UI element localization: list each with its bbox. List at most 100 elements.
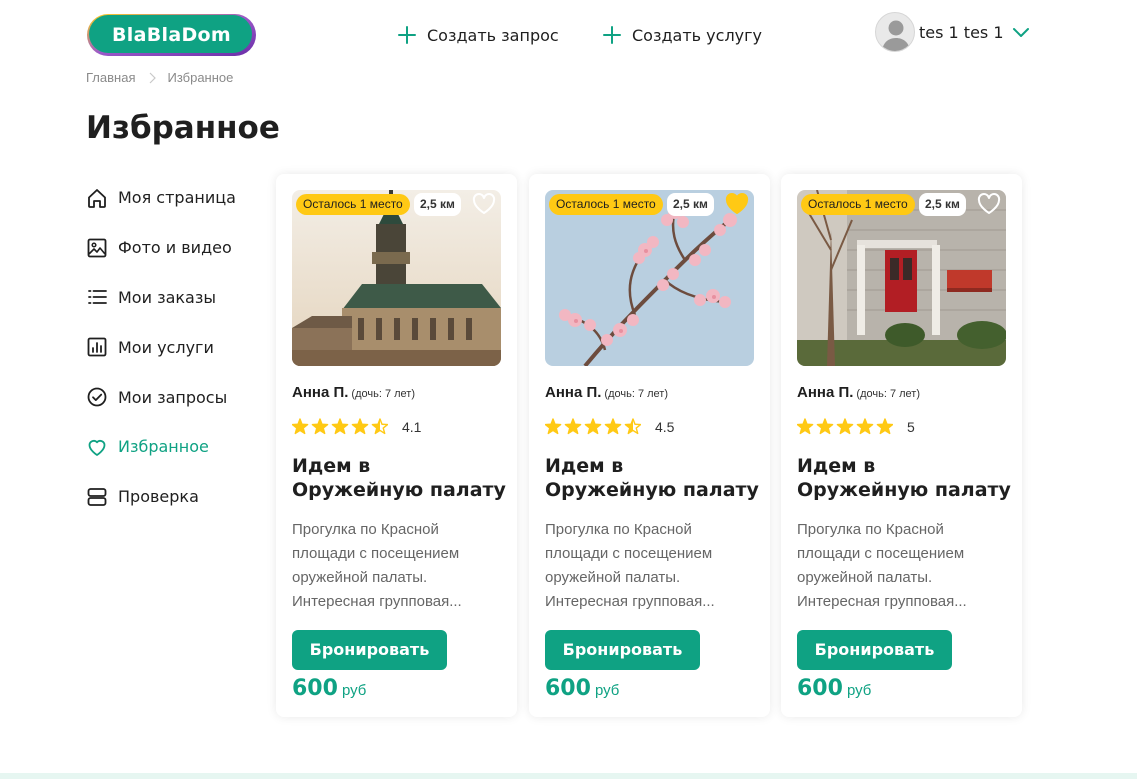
sidebar-item-photo-video[interactable]: Фото и видео [86, 223, 256, 273]
description-line: Интересная групповая... [545, 593, 715, 610]
seats-left-badge: Осталось 1 место [296, 194, 410, 215]
author-name-text: Анна П. [292, 384, 349, 401]
star-icon [836, 418, 854, 435]
service-card[interactable]: Осталось 1 место 2,5 км Анна П. (дочь: 7 … [781, 174, 1022, 717]
heart-filled-icon[interactable] [725, 193, 749, 215]
heart-icon [88, 439, 106, 456]
breadcrumb-home[interactable]: Главная [86, 70, 135, 85]
create-request-button[interactable]: Создать запрос [398, 22, 559, 48]
create-service-label: Создать услугу [632, 25, 763, 45]
star-icon [351, 418, 369, 435]
plus-icon [398, 26, 416, 44]
sidebar-item-my-page[interactable]: Моя страница [86, 173, 256, 223]
image-icon [87, 238, 107, 258]
price-currency: руб [846, 682, 872, 699]
sidebar-item-label: Проверка [118, 487, 199, 507]
sidebar-item-my-services[interactable]: Мои услуги [86, 322, 256, 372]
distance-badge: 2,5 км [667, 193, 714, 216]
castle-photo[interactable]: Осталось 1 место 2,5 км [292, 190, 501, 366]
sidebar-item-label: Мои заказы [118, 287, 216, 307]
logo[interactable]: BlaBlaDom [86, 13, 257, 57]
description-line: оружейной палаты. [545, 569, 681, 586]
logo-text: BlaBlaDom [112, 24, 231, 46]
author-name: Анна П. (дочь: 7 лет) [292, 384, 415, 401]
rating-value: 4.5 [655, 418, 675, 435]
sidebar-item-label: Мои запросы [118, 387, 228, 407]
heart-outline-icon[interactable] [977, 193, 1001, 215]
sidebar-item-label: Моя страница [118, 188, 236, 208]
description-line: оружейной палаты. [292, 569, 428, 586]
heart-outline-icon[interactable] [472, 193, 496, 215]
card-description: Прогулка по Красной площади с посещением… [292, 518, 492, 614]
sidebar-item-favorites[interactable]: Избранное [86, 422, 256, 472]
breadcrumb-current: Избранное [167, 70, 234, 85]
star-icon [797, 418, 814, 435]
user-silhouette-icon [882, 20, 910, 51]
description-line: оружейной палаты. [797, 569, 933, 586]
book-button[interactable]: Бронировать [797, 630, 952, 670]
user-menu[interactable]: tes 1 tes 1 [875, 12, 1030, 52]
price-value: 600 [545, 676, 591, 701]
price-currency: руб [594, 682, 620, 699]
create-request-label: Создать запрос [427, 25, 559, 45]
description-line: Прогулка по Красной [797, 521, 944, 538]
sidebar-item-my-requests[interactable]: Мои запросы [86, 372, 256, 422]
card-description: Прогулка по Красной площади с посещением… [797, 518, 997, 614]
avatar[interactable] [875, 12, 915, 52]
child-info: (дочь: 7 лет) [351, 388, 415, 400]
plus-icon [603, 26, 621, 44]
footer-divider [0, 773, 1137, 779]
sidebar-item-verification[interactable]: Проверка [86, 472, 256, 522]
list-icon [88, 290, 107, 305]
sidebar-item-label: Фото и видео [118, 238, 232, 258]
star-rating-icon [545, 418, 641, 435]
star-icon [292, 418, 309, 435]
rating-value: 4.1 [402, 418, 422, 435]
rating-value: 5 [907, 418, 915, 435]
server-icon [87, 487, 107, 506]
price: 600 руб [292, 676, 366, 701]
create-service-button[interactable]: Создать услугу [603, 22, 762, 48]
book-button[interactable]: Бронировать [292, 630, 447, 670]
star-rating-icon [292, 418, 388, 435]
card-title[interactable]: Идем в Оружейную палату [797, 454, 1012, 502]
star-icon [584, 418, 602, 435]
price-value: 600 [797, 676, 843, 701]
rating: 5 [797, 418, 915, 435]
price: 600 руб [797, 676, 871, 701]
description-line: Прогулка по Красной [292, 521, 439, 538]
star-icon [876, 418, 893, 435]
service-card[interactable]: Осталось 1 место 2,5 км Анна П. (дочь: 7 … [529, 174, 770, 717]
description-line: Интересная групповая... [292, 593, 462, 610]
description-line: площади с посещением [292, 545, 460, 562]
service-card[interactable]: Осталось 1 место 2,5 км Анна П. (дочь: 7 … [276, 174, 517, 717]
blossom-photo[interactable]: Осталось 1 место 2,5 км [545, 190, 754, 366]
sidebar-item-label: Избранное [118, 437, 209, 457]
distance-badge: 2,5 км [919, 193, 966, 216]
seats-left-badge: Осталось 1 место [549, 194, 663, 215]
house-photo[interactable]: Осталось 1 место 2,5 км [797, 190, 1006, 366]
child-info: (дочь: 7 лет) [856, 388, 920, 400]
star-icon [545, 418, 562, 435]
description-line: площади с посещением [797, 545, 965, 562]
author-name: Анна П. (дочь: 7 лет) [797, 384, 920, 401]
description-line: площади с посещением [545, 545, 713, 562]
price-currency: руб [341, 682, 367, 699]
sidebar-item-my-orders[interactable]: Мои заказы [86, 273, 256, 323]
home-icon [88, 188, 106, 208]
user-name: tes 1 tes 1 [919, 22, 1004, 42]
rating: 4.1 [292, 418, 421, 435]
chevron-down-icon[interactable] [1012, 23, 1030, 41]
author-name-text: Анна П. [545, 384, 602, 401]
card-title[interactable]: Идем в Оружейную палату [545, 454, 760, 502]
distance-badge: 2,5 км [414, 193, 461, 216]
star-icon [311, 418, 329, 435]
price: 600 руб [545, 676, 619, 701]
sidebar-item-label: Мои услуги [118, 337, 214, 357]
book-button[interactable]: Бронировать [545, 630, 700, 670]
price-value: 600 [292, 676, 338, 701]
card-description: Прогулка по Красной площади с посещением… [545, 518, 745, 614]
card-title[interactable]: Идем в Оружейную палату [292, 454, 507, 502]
author-name-text: Анна П. [797, 384, 854, 401]
star-rating-icon [797, 418, 893, 435]
